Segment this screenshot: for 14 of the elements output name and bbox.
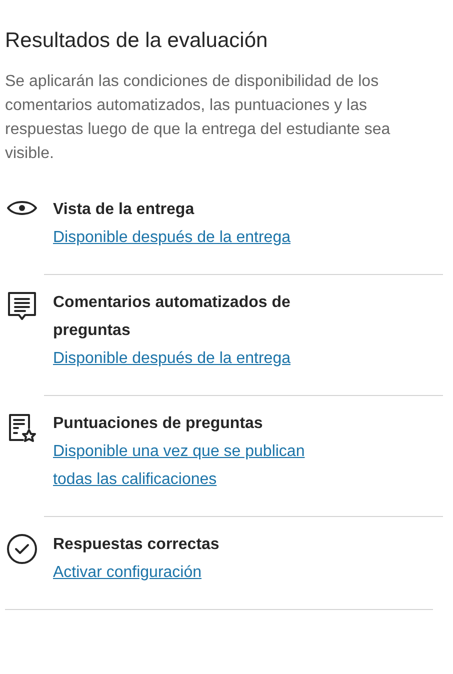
- comment-icon: [7, 291, 37, 323]
- document-star-icon: [7, 412, 37, 444]
- availability-link[interactable]: Disponible después de la entrega: [53, 345, 343, 373]
- check-circle-icon: [6, 533, 38, 565]
- availability-link[interactable]: Activar configuración: [53, 559, 343, 587]
- eye-icon: [6, 198, 38, 218]
- setting-label: Puntuaciones de preguntas: [53, 414, 264, 434]
- setting-label: Vista de la entrega: [53, 200, 196, 220]
- section-title: Resultados de la evaluación: [5, 28, 269, 54]
- availability-link[interactable]: Disponible una vez que se publican todas las calificaciones: [53, 438, 343, 494]
- availability-link[interactable]: Disponible después de la entrega: [53, 224, 343, 252]
- setting-label: Comentarios automatizados de preguntas: [53, 293, 292, 341]
- setting-label: Respuestas correctas: [53, 535, 220, 555]
- description: Se aplicarán las condiciones de disponibilidad de los comentarios automatizados, las puntuaciones y las respuestas luego de que la entrega del estudiante sea visible.: [5, 72, 392, 164]
